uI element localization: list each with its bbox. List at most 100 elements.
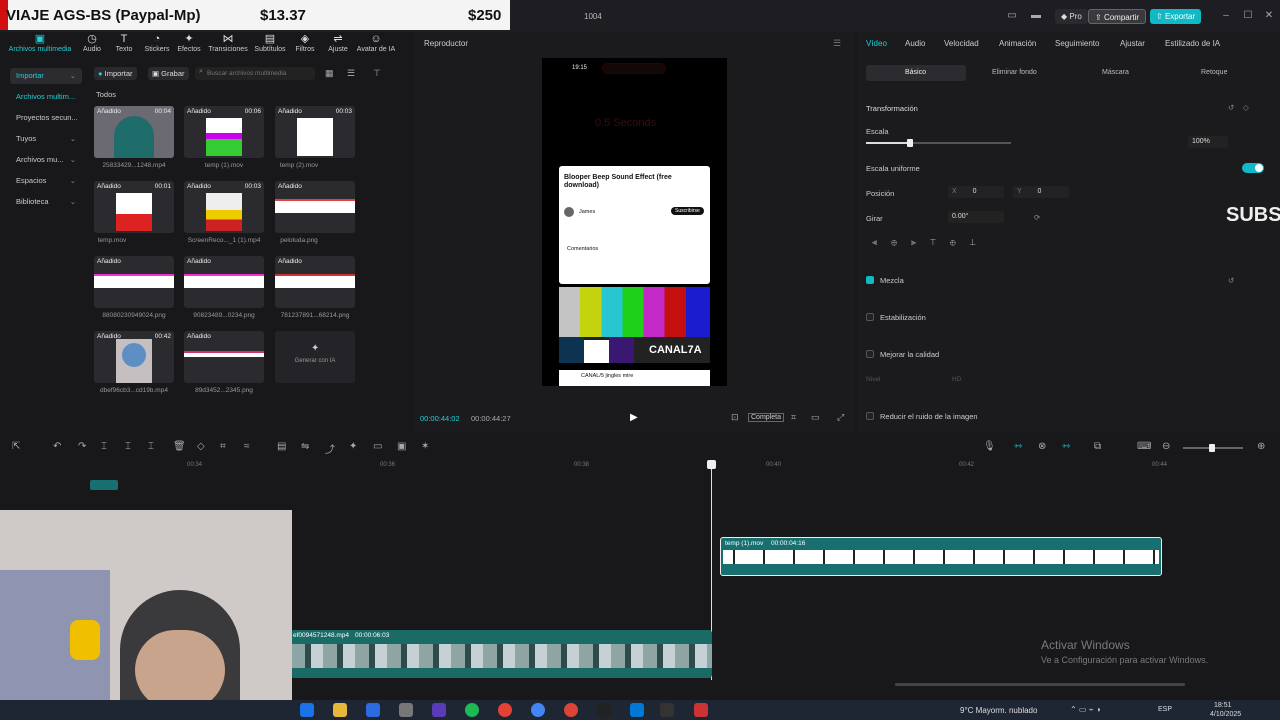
transform-section[interactable]: Transformación: [866, 104, 918, 113]
redo-icon[interactable]: ↷: [78, 441, 86, 452]
sidebar-item-import[interactable]: Importar ⌄: [10, 68, 82, 84]
media-item[interactable]: Añadido 00:01: [94, 181, 174, 233]
fullscreen-icon[interactable]: ⤢: [837, 412, 844, 423]
settings-icon[interactable]: ⌨: [1137, 441, 1151, 452]
scale-value[interactable]: 100%: [1188, 136, 1228, 148]
link-icon[interactable]: ⇿: [1014, 441, 1022, 452]
uniform-scale-toggle[interactable]: [1242, 163, 1264, 173]
sidebar-item-spaces[interactable]: Espacios ⌄: [10, 173, 82, 189]
zoom-in-icon[interactable]: ⊕: [1257, 441, 1265, 452]
complete-button[interactable]: Completa: [748, 413, 784, 422]
ai-icon[interactable]: ✶: [421, 441, 429, 452]
tool-subtitles[interactable]: ▤ Subtítulos: [250, 32, 290, 53]
crop-icon[interactable]: ⌗: [220, 441, 226, 452]
keyframe-icon[interactable]: ◇: [1243, 103, 1249, 112]
browser-icon[interactable]: [531, 703, 545, 717]
game-icon[interactable]: [597, 703, 611, 717]
timeline-clip[interactable]: temp (1).mov 00:00:04:16: [720, 537, 1162, 576]
split-icon[interactable]: ⌶: [101, 441, 107, 452]
subtab-remove-bg[interactable]: Eliminar fondo: [992, 69, 1037, 76]
generate-ai-tile[interactable]: ✦ Generar con IA: [275, 331, 355, 383]
position-x-input[interactable]: X 0: [948, 186, 1004, 198]
subtab-retouch[interactable]: Retoque: [1201, 69, 1227, 76]
media-search-input[interactable]: [195, 67, 315, 80]
media-item[interactable]: Añadido 00:03: [275, 106, 355, 158]
close-icon[interactable]: ✕: [1262, 10, 1276, 22]
share-button[interactable]: ⇪ Compartir: [1088, 9, 1147, 24]
stabilize-label[interactable]: Estabilización: [880, 313, 926, 322]
audio-wave-icon[interactable]: ≈: [244, 441, 250, 452]
reset-icon[interactable]: ↺: [1228, 103, 1234, 112]
mask-icon[interactable]: ◇: [197, 441, 205, 452]
magic-icon[interactable]: ✦: [349, 441, 357, 452]
ratio-icon[interactable]: ▭: [811, 412, 820, 423]
filter-icon[interactable]: ⊤: [373, 68, 381, 79]
media-item[interactable]: Añadido: [94, 256, 174, 308]
import-button[interactable]: ● Importar: [94, 67, 137, 80]
obs-icon[interactable]: [432, 703, 446, 717]
zoom-slider[interactable]: [1183, 444, 1243, 452]
undo-icon[interactable]: ↶: [53, 441, 61, 452]
recorder-icon[interactable]: [694, 703, 708, 717]
minimize-icon[interactable]: –: [1219, 10, 1233, 22]
layout-icon[interactable]: ▭: [1005, 10, 1019, 22]
sidebar-item-library[interactable]: Biblioteca ⌄: [10, 194, 82, 210]
grid-view-icon[interactable]: ▦: [325, 68, 334, 79]
subtab-basic[interactable]: Básico: [905, 69, 926, 76]
position-y-input[interactable]: Y 0: [1013, 186, 1069, 198]
folder-icon[interactable]: [333, 703, 347, 717]
denoise-checkbox[interactable]: [866, 412, 874, 420]
mirror-icon[interactable]: ⇋: [301, 441, 309, 452]
sidebar-item-projects[interactable]: Proyectos secun...: [10, 110, 82, 126]
cursor-icon[interactable]: ⇱: [12, 441, 20, 452]
tab-speed[interactable]: Velocidad: [944, 39, 979, 48]
enhance-label[interactable]: Mejorar la calidad: [880, 350, 939, 359]
menu-icon[interactable]: ☰: [833, 38, 841, 49]
split-left-icon[interactable]: ⌶: [125, 441, 131, 452]
tool-transitions[interactable]: ⋈ Transiciones: [208, 32, 248, 53]
speed-icon[interactable]: ⤴: [325, 441, 335, 456]
timeline-scrollbar[interactable]: [895, 683, 1185, 686]
transition-icon[interactable]: ▭: [373, 441, 382, 452]
split-right-icon[interactable]: ⌶: [148, 441, 154, 452]
blend-checkbox[interactable]: [866, 276, 874, 284]
settings-icon[interactable]: [399, 703, 413, 717]
media-item[interactable]: Añadido: [184, 331, 264, 383]
chrome-profile-icon[interactable]: [564, 703, 578, 717]
microphone-icon[interactable]: 🎙: [983, 441, 996, 452]
tab-adjust[interactable]: Ajustar: [1120, 39, 1145, 48]
tab-ai-style[interactable]: Estilizado de IA: [1165, 39, 1220, 48]
media-item[interactable]: Añadido 00:04: [94, 106, 174, 158]
media-item[interactable]: Añadido 00:06: [184, 106, 264, 158]
tab-animation[interactable]: Animación: [999, 39, 1036, 48]
denoise-label[interactable]: Reducir el ruido de la imagen: [880, 412, 978, 421]
magnet-icon[interactable]: ⊗: [1038, 441, 1046, 452]
edge-icon[interactable]: [300, 703, 314, 717]
language-indicator[interactable]: ESP: [1158, 706, 1172, 713]
screen-icon[interactable]: ▬: [1029, 10, 1043, 22]
blend-label[interactable]: Mezcla: [880, 276, 904, 285]
app-icon[interactable]: [630, 703, 644, 717]
sidebar-item-media-files[interactable]: Archivos mu... ⌄: [10, 152, 82, 168]
capcut-icon[interactable]: [660, 703, 674, 717]
timeline-clip[interactable]: ef0094571248.mp4 00:00:06:03: [291, 630, 712, 678]
export-button[interactable]: ⇧ Exportar: [1150, 9, 1202, 24]
tab-audio[interactable]: Audio: [905, 39, 925, 48]
tool-effects[interactable]: ✦ Efectos: [169, 32, 209, 53]
subtab-mask[interactable]: Máscara: [1102, 69, 1129, 76]
zoom-out-icon[interactable]: ⊖: [1162, 441, 1170, 452]
media-item[interactable]: Añadido 00:42: [94, 331, 174, 383]
track-icon[interactable]: ⧉: [1094, 441, 1101, 452]
enhance-checkbox[interactable]: [866, 350, 874, 358]
reset-icon[interactable]: ↺: [1228, 276, 1234, 285]
freeze-icon[interactable]: ▤: [277, 441, 286, 452]
tray-icons[interactable]: ⌃ ▭ ⌁ ◑: [1070, 705, 1101, 714]
media-item[interactable]: Añadido: [275, 181, 355, 233]
tool-media[interactable]: ▣ Archivos multimedia: [0, 32, 80, 53]
media-item[interactable]: Añadido: [275, 256, 355, 308]
filter-all[interactable]: Todos: [96, 90, 116, 99]
rotate-input[interactable]: 0.00°: [948, 211, 1004, 223]
chrome-icon[interactable]: [498, 703, 512, 717]
media-item[interactable]: Añadido 00:03: [184, 181, 264, 233]
tool-adjust[interactable]: ⇌ Ajuste: [318, 32, 358, 53]
